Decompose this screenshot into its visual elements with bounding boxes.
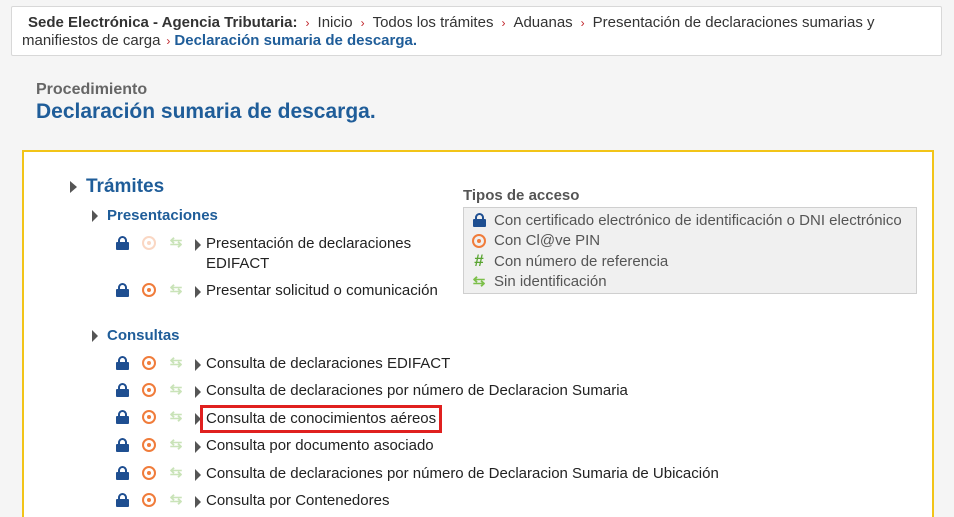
triangle-right-icon bbox=[195, 412, 201, 425]
breadcrumb-separator-icon: › bbox=[501, 16, 506, 30]
access-item-clave: Con Cl@ve PIN bbox=[470, 231, 910, 252]
breadcrumb-separator-icon: › bbox=[360, 16, 365, 30]
breadcrumb: Sede Electrónica - Agencia Tributaria: › I… bbox=[11, 6, 942, 56]
list-item: ⇆ Consulta de declaraciones por número d… bbox=[114, 381, 628, 401]
exchange-arrows-icon: ⇆ bbox=[169, 491, 183, 508]
breadcrumb-separator-icon: › bbox=[580, 16, 585, 30]
clave-pin-icon bbox=[470, 233, 488, 248]
triangle-right-icon bbox=[70, 181, 77, 193]
list-item: ⇆ Consulta por documento asociado bbox=[114, 436, 434, 456]
exchange-arrows-icon: ⇆ bbox=[169, 464, 183, 481]
exchange-arrows-icon: ⇆ bbox=[169, 408, 183, 425]
tramite-link[interactable]: Consulta de declaraciones por número de … bbox=[206, 464, 719, 484]
access-item-label: Con Cl@ve PIN bbox=[494, 232, 601, 250]
lock-icon bbox=[114, 355, 130, 371]
exchange-arrows-icon: ⇆ bbox=[169, 281, 183, 298]
section-title: Presentaciones bbox=[107, 207, 218, 224]
tramite-link[interactable]: Presentación de declaraciones EDIFACT bbox=[206, 235, 411, 272]
triangle-right-icon bbox=[92, 329, 98, 342]
triangle-right-icon bbox=[195, 385, 201, 398]
lock-icon bbox=[114, 235, 130, 251]
access-item-label: Con número de referencia bbox=[494, 252, 669, 270]
exchange-arrows-icon: ⇆ bbox=[472, 272, 486, 290]
breadcrumb-link-inicio[interactable]: Inicio bbox=[318, 14, 353, 31]
exchange-arrows-icon: ⇆ bbox=[169, 354, 183, 371]
lock-icon bbox=[114, 409, 130, 425]
clave-pin-icon bbox=[141, 382, 157, 398]
tramite-link-highlighted[interactable]: Consulta de conocimientos aéreos bbox=[199, 405, 443, 433]
tramites-title: Trámites bbox=[86, 176, 165, 197]
breadcrumb-current: Declaración sumaria de descarga. bbox=[174, 32, 418, 49]
section-presentaciones: Presentaciones bbox=[92, 207, 218, 224]
list-item: ⇆ Consulta por Contenedores bbox=[114, 491, 389, 511]
breadcrumb-link-aduanas[interactable]: Aduanas bbox=[513, 14, 572, 31]
tramite-link[interactable]: Consulta por Contenedores bbox=[206, 491, 389, 511]
lock-icon bbox=[114, 465, 130, 481]
clave-pin-icon bbox=[141, 282, 157, 298]
tramites-heading: Trámites bbox=[70, 176, 164, 198]
tramite-link[interactable]: Consulta por documento asociado bbox=[206, 436, 434, 456]
list-item: ⇆ Consulta de conocimientos aéreos bbox=[114, 405, 443, 433]
lock-icon bbox=[114, 282, 130, 298]
list-item: ⇆ Presentación de declaraciones EDIFACT bbox=[114, 234, 444, 274]
list-item: ⇆ Consulta de declaraciones por número d… bbox=[114, 464, 719, 484]
tramite-link[interactable]: Consulta de declaraciones EDIFACT bbox=[206, 354, 450, 374]
exchange-arrows-icon: ⇆ bbox=[169, 381, 183, 398]
clave-pin-icon bbox=[141, 409, 157, 425]
access-item-no-id: ⇆ Sin identificación bbox=[470, 272, 910, 293]
access-item-label: Sin identificación bbox=[494, 273, 607, 291]
access-item-certificate: Con certificado electrónico de identific… bbox=[470, 210, 910, 231]
lock-icon bbox=[114, 382, 130, 398]
triangle-right-icon bbox=[195, 358, 201, 371]
triangle-right-icon bbox=[92, 209, 98, 222]
hash-icon: # bbox=[474, 251, 484, 271]
lock-icon bbox=[470, 213, 488, 228]
clave-pin-icon bbox=[141, 492, 157, 508]
breadcrumb-separator-icon: › bbox=[305, 16, 310, 30]
triangle-right-icon bbox=[195, 468, 201, 481]
page-title: Declaración sumaria de descarga. bbox=[36, 100, 376, 123]
breadcrumb-link-todos-tramites[interactable]: Todos los trámites bbox=[373, 14, 494, 31]
breadcrumb-separator-icon: › bbox=[166, 34, 171, 48]
section-consultas: Consultas bbox=[92, 327, 180, 344]
triangle-right-icon bbox=[195, 285, 201, 298]
list-item: ⇆ Consulta de declaraciones EDIFACT bbox=[114, 354, 450, 374]
tramite-link[interactable]: Presentar solicitud o comunicación bbox=[206, 281, 438, 301]
clave-pin-icon bbox=[141, 355, 157, 371]
list-item: ⇆ Presentar solicitud o comunicación bbox=[114, 281, 438, 301]
access-types-legend: Tipos de acceso Con certificado electrón… bbox=[463, 187, 917, 294]
clave-pin-icon bbox=[141, 437, 157, 453]
access-item-label: Con certificado electrónico de identific… bbox=[494, 211, 902, 229]
exchange-arrows-icon: ⇆ bbox=[169, 436, 183, 453]
access-types-list: Con certificado electrónico de identific… bbox=[463, 207, 917, 294]
triangle-right-icon bbox=[195, 495, 201, 508]
breadcrumb-site-name: Sede Electrónica - Agencia Tributaria: bbox=[28, 14, 298, 31]
lock-icon bbox=[114, 437, 130, 453]
tramite-link[interactable]: Consulta de declaraciones por número de … bbox=[206, 381, 628, 401]
triangle-right-icon bbox=[195, 440, 201, 453]
clave-pin-icon bbox=[141, 465, 157, 481]
section-title: Consultas bbox=[107, 327, 180, 344]
access-item-reference: # Con número de referencia bbox=[470, 251, 910, 272]
access-types-title: Tipos de acceso bbox=[463, 187, 580, 204]
lock-icon bbox=[114, 492, 130, 508]
procedure-label: Procedimiento bbox=[36, 81, 148, 98]
